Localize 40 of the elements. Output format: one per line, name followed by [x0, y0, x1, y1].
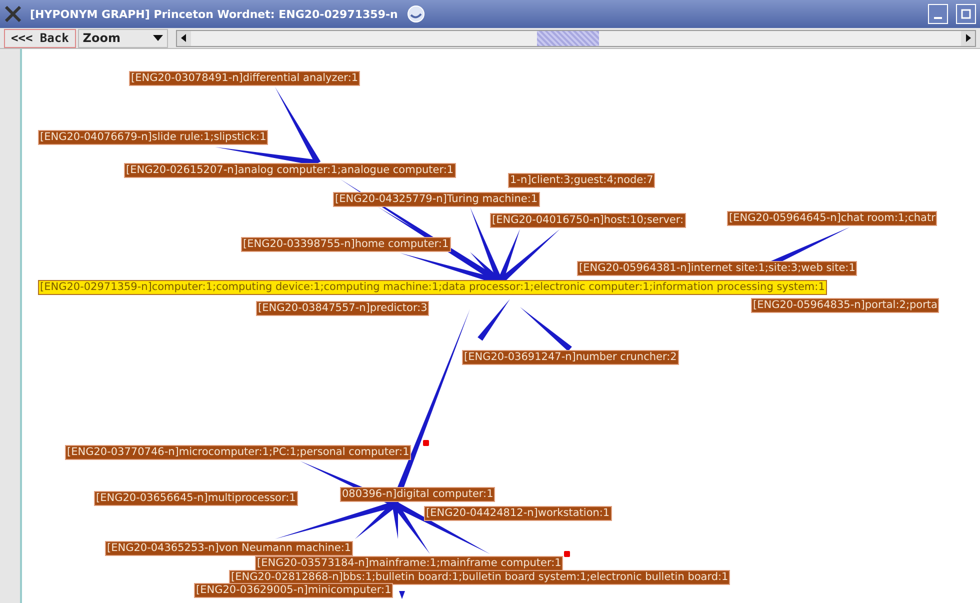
- graph-node[interactable]: [ENG20-04016750-n]host:10;server:: [490, 213, 686, 228]
- graph-node[interactable]: [ENG20-02812868-n]bbs:1;bulletin board:1;bulletin board system:1;electronic bulletin board:1: [229, 570, 730, 585]
- graph-node[interactable]: [ENG20-04424812-n]workstation:1: [424, 506, 612, 521]
- graph-node[interactable]: [ENG20-02971359-n]computer:1;computing device:1;computing machine:1;data processor:1;electronic computer:1;information processing system:1: [38, 280, 827, 295]
- graph-node[interactable]: [ENG20-03691247-n]number cruncher:2: [462, 350, 679, 365]
- graph-node[interactable]: [ENG20-03770746-n]microcomputer:1;PC:1;personal computer:1: [65, 445, 412, 460]
- x-logo-icon: [4, 6, 22, 22]
- back-button[interactable]: <<< Back: [4, 28, 76, 48]
- graph-node[interactable]: [ENG20-04076679-n]slide rule:1;slipstick:1: [38, 130, 268, 145]
- graph-edge: [520, 307, 572, 352]
- graph-node[interactable]: [ENG20-05964381-n]internet site:1;site:3;web site:1: [577, 261, 858, 276]
- graph-node[interactable]: [ENG20-03573184-n]mainframe:1;mainframe computer:1: [255, 556, 564, 571]
- scroll-left-button[interactable]: [176, 30, 191, 46]
- graph-node[interactable]: [ENG20-05964835-n]portal:2;porta: [751, 298, 940, 313]
- scroll-right-button[interactable]: [961, 30, 975, 46]
- graph-node[interactable]: [ENG20-03847557-n]predictor:3: [256, 301, 430, 316]
- graph-node[interactable]: [ENG20-02615207-n]analog computer:1;analogue computer:1: [124, 163, 456, 178]
- graph-node[interactable]: [ENG20-03078491-n]differential analyzer:1: [129, 71, 360, 86]
- graph-node[interactable]: [ENG20-03629005-n]minicomputer:1: [194, 583, 394, 598]
- horizontal-scrollbar[interactable]: [176, 30, 976, 46]
- graph-node[interactable]: [ENG20-04365253-n]von Neumann machine:1: [105, 541, 354, 556]
- graph-node[interactable]: [ENG20-03398755-n]home computer:1: [241, 237, 451, 252]
- right-arrow-icon: [966, 34, 970, 42]
- maximize-button[interactable]: [956, 4, 976, 24]
- minimize-button[interactable]: [928, 4, 948, 24]
- swirl-icon: [406, 5, 426, 23]
- graph-node[interactable]: 080396-n]digital computer:1: [340, 487, 496, 502]
- graph-edge: [478, 299, 510, 341]
- caret-icon: [152, 35, 163, 41]
- graph-node[interactable]: [ENG20-03656645-n]multiprocessor:1: [94, 491, 298, 506]
- graph-node[interactable]: [ENG20-05964645-n]chat room:1;chatr: [727, 211, 938, 226]
- left-arrow-icon: [181, 34, 186, 42]
- minimize-icon: [934, 17, 942, 19]
- window-title: [HYPONYM GRAPH] Princeton Wordnet: ENG20-02971359-n: [30, 8, 398, 20]
- scroll-thumb[interactable]: [537, 30, 599, 46]
- graph-edge: [399, 591, 405, 599]
- maximize-icon: [961, 9, 971, 19]
- zoom-dropdown[interactable]: Zoom: [78, 28, 168, 48]
- graph-node[interactable]: 1-n]client:3;guest:4;node:7: [508, 173, 656, 188]
- graph-node[interactable]: [ENG20-04325779-n]Turing machine:1: [333, 192, 540, 207]
